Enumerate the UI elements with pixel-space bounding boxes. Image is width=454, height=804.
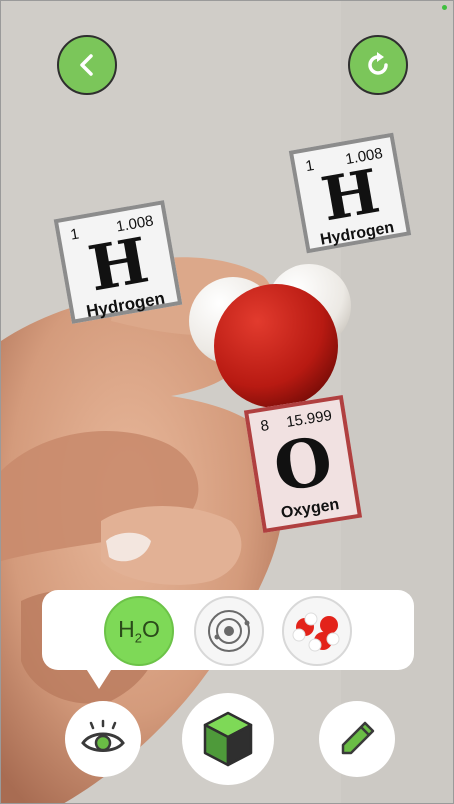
element-card-hydrogen[interactable]: 1 1.008 H Hydrogen (288, 132, 412, 254)
ar-model-button[interactable] (182, 693, 274, 785)
view-button[interactable] (65, 701, 141, 777)
reset-button[interactable] (348, 35, 408, 95)
ar-screen: 1 1.008 H Hydrogen 1 1.008 H Hydrogen 8 … (0, 0, 454, 804)
molecule-view-button[interactable] (282, 596, 352, 666)
rotate-icon (368, 52, 388, 75)
edit-button[interactable] (319, 701, 395, 777)
chevron-left-icon (80, 54, 93, 76)
formula-label: H2O (118, 616, 160, 646)
atom-orbit-icon (208, 610, 250, 652)
element-symbol: O (268, 420, 338, 508)
cube-icon (203, 711, 253, 767)
camera-view (1, 1, 453, 803)
eye-icon (81, 719, 125, 752)
pencil-icon (341, 721, 375, 755)
molecule-model-icon (292, 612, 340, 652)
element-card-oxygen[interactable]: 8 15.999 O Oxygen (243, 394, 363, 534)
atomic-number: 1 (69, 225, 81, 244)
formula-view-button[interactable]: H2O (104, 596, 174, 666)
back-button[interactable] (57, 35, 117, 95)
atom-view-button[interactable] (194, 596, 264, 666)
status-indicator (442, 5, 447, 10)
panel-pointer (85, 667, 113, 689)
atomic-number: 1 (304, 156, 316, 176)
element-card-hydrogen[interactable]: 1 1.008 H Hydrogen (53, 200, 183, 324)
